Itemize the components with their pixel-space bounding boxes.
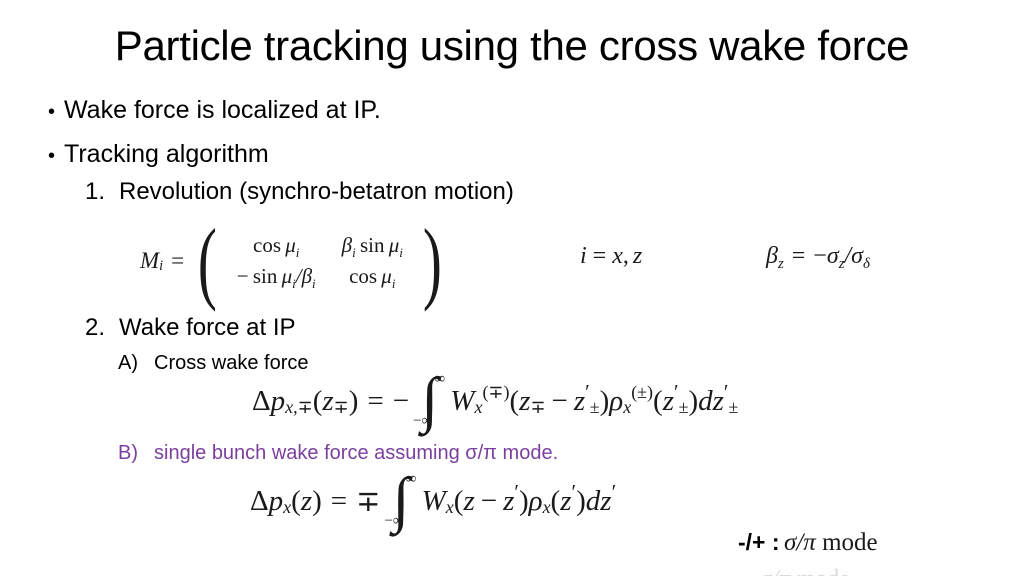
bullet-label: Tracking algorithm: [64, 140, 269, 168]
bullet-icon: •: [48, 101, 56, 123]
matrix-lhs-symbol: M: [140, 248, 160, 274]
integral-symbol: ∞ ∫ −∞: [384, 466, 417, 534]
page-title: Particle tracking using the cross wake f…: [114, 22, 910, 69]
matrix-cell-22: cos μi: [349, 264, 396, 291]
mode-note-lead: -/+ :: [738, 529, 780, 555]
equation-index-definition: i = x, z: [580, 243, 643, 269]
matrix-cell-21: − sin μi/βi: [236, 264, 316, 291]
clipped-bottom-text: σ/π mode: [760, 566, 850, 576]
bullet-item-tracking-algorithm: • Tracking algorithm: [48, 140, 269, 169]
matrix-row: − sin μi/βi cos μi: [224, 261, 416, 292]
bullet-icon: •: [48, 145, 56, 167]
list-marker: B): [118, 442, 138, 464]
left-paren: (: [197, 210, 217, 312]
list-marker: 2.: [85, 314, 106, 341]
list-marker: 1.: [85, 178, 106, 205]
integral-symbol: ∞ ∫ −∞: [413, 366, 446, 434]
bullet-item-wake-force: • Wake force is localized at IP.: [48, 96, 381, 125]
right-paren: ): [422, 210, 442, 312]
equation-cross-wake-force: Δp x,∓(z ∓) = − ∞ ∫ −∞ Wx (∓)(z ∓ − z ′ ±) ρ x (±)(…: [252, 366, 739, 434]
matrix-cell-12: βi sin μi: [341, 233, 403, 260]
bullet-label: Wake force is localized at IP.: [64, 96, 381, 124]
lettered-item-single-bunch: B) single bunch wake force assuming σ/π …: [118, 442, 558, 465]
numbered-item-revolution: 1. Revolution (synchro-betatron motion): [85, 178, 514, 206]
integral-lower-limit: −∞: [413, 412, 433, 429]
slide-canvas: Particle tracking using the cross wake f…: [0, 0, 1024, 576]
equation-single-bunch-wake-force: Δp x(z) = ∓ ∞ ∫ −∞ Wx(z − z ′) ρ x(z ′) d z ′: [250, 466, 617, 534]
matrix-row: cos μi βi sin μi: [224, 230, 416, 261]
equation-beta-z-definition: βz = −σz/σδ: [766, 243, 870, 273]
numbered-label: Revolution (synchro-betatron motion): [119, 178, 514, 205]
mode-sign-note: -/+ : σ/π mode: [738, 529, 878, 557]
integral-lower-limit: −∞: [384, 512, 404, 529]
matrix-cell-11: cos μi: [253, 233, 300, 260]
list-marker: A): [118, 352, 138, 374]
equation-transfer-matrix: Mi = ( cos μi βi sin μi − sin μi/βi cos …: [140, 210, 442, 312]
mode-note-math: σ/π mode: [783, 529, 878, 556]
numbered-label: Wake force at IP: [119, 314, 296, 341]
numbered-item-wake-force-at-ip: 2. Wake force at IP: [85, 314, 296, 342]
lettered-label: single bunch wake force assuming σ/π mod…: [154, 442, 559, 464]
matrix-grid: cos μi βi sin μi − sin μi/βi cos μi: [224, 230, 416, 292]
equals-sign: =: [171, 248, 185, 274]
